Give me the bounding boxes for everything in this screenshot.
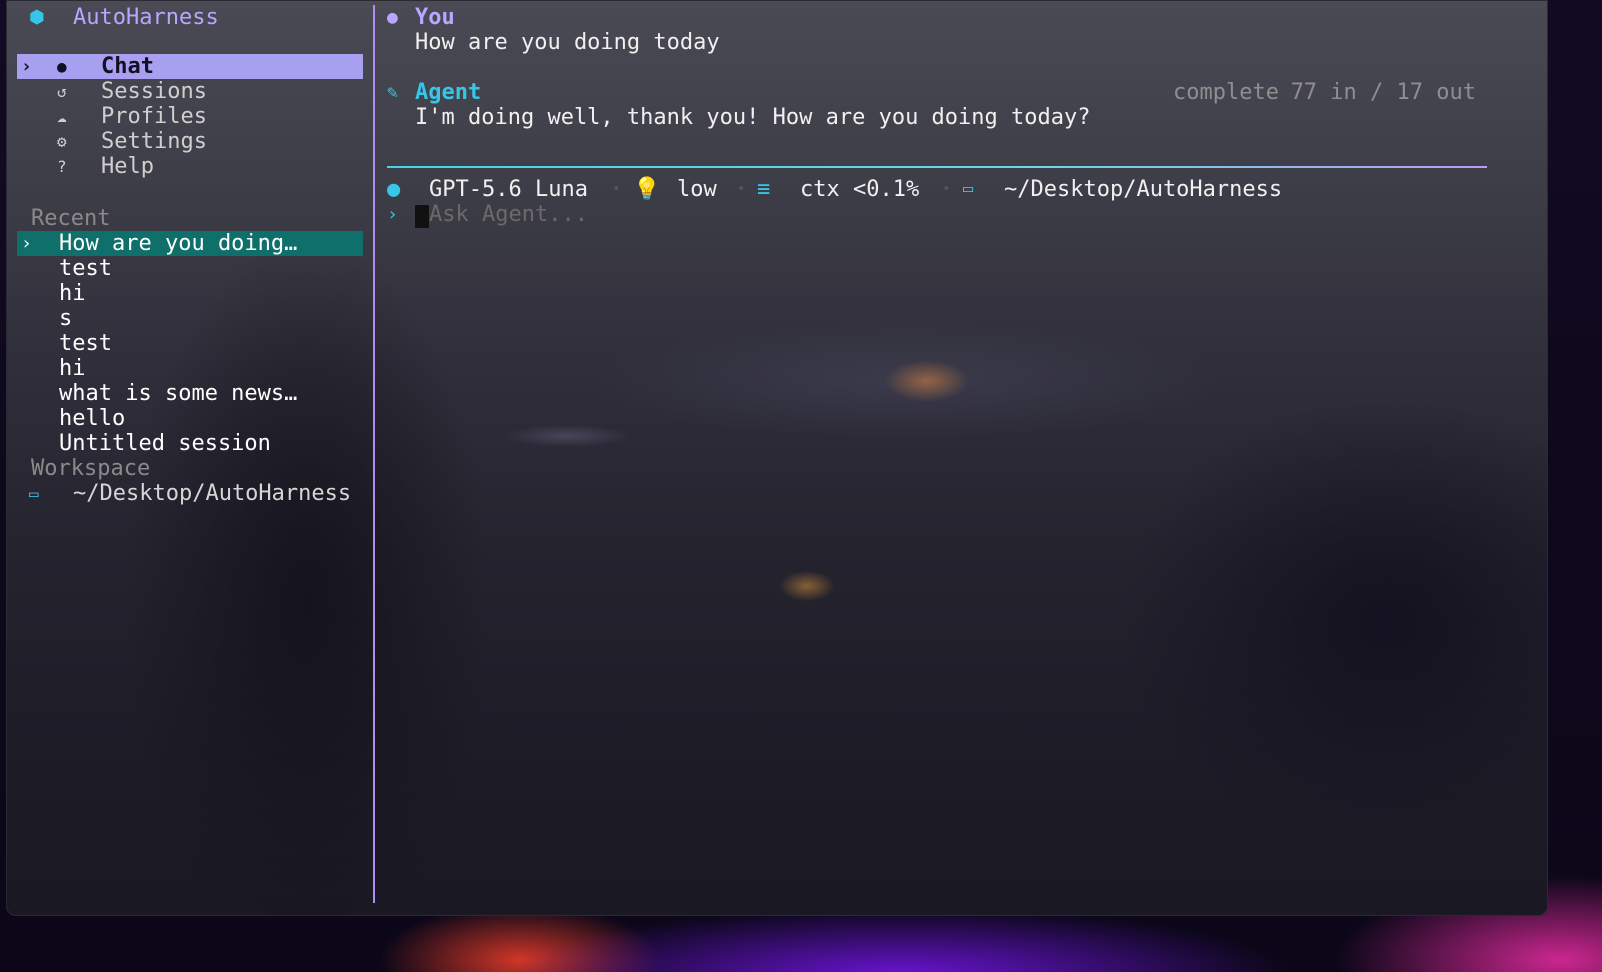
history-icon: ↺: [57, 82, 67, 101]
sidebar-divider: [373, 5, 375, 903]
chat-pane: ● You How are you doing today ✎ Agent co…: [387, 1, 1487, 915]
gear-icon: ⚙: [57, 132, 67, 151]
cloud-icon: ☁: [57, 107, 67, 126]
lightbulb-icon: 💡: [633, 177, 661, 202]
cwd-path: ~/Desktop/AutoHarness: [1004, 177, 1283, 202]
nav-item-label: Help: [101, 154, 154, 179]
agent-role-label: Agent: [415, 80, 482, 105]
nav-item-settings[interactable]: ⚙ Settings: [17, 129, 363, 154]
recent-item[interactable]: what is some news…: [17, 381, 363, 406]
chevron-right-icon: ›: [21, 233, 32, 254]
context-icon: ≡: [757, 177, 771, 202]
prompt-chevron-icon: ›: [387, 204, 398, 225]
recent-item-label: test: [59, 256, 112, 281]
workspace-path[interactable]: ~/Desktop/AutoHarness: [73, 481, 351, 506]
agent-status: complete: [1173, 80, 1279, 105]
separator-dot: •: [612, 181, 621, 197]
help-icon: ?: [57, 157, 67, 176]
separator-dot: •: [942, 181, 951, 197]
user-icon: ●: [387, 7, 398, 28]
model-status-dot-icon: ●: [387, 177, 401, 202]
folder-icon: ▭: [29, 484, 39, 503]
user-role-label: You: [415, 5, 455, 30]
chat-bubble-icon: ●: [57, 57, 67, 76]
model-name[interactable]: GPT-5.6 Luna: [429, 177, 588, 202]
recent-item-label: hi: [59, 356, 86, 381]
pencil-icon: ✎: [387, 82, 398, 103]
terminal-window: ⬢ AutoHarness › ● Chat ↺ Sessions ☁ Prof…: [6, 0, 1548, 916]
nav-item-help[interactable]: ? Help: [17, 154, 363, 179]
workspace-header: Workspace: [31, 456, 151, 481]
recent-item[interactable]: hi: [17, 281, 363, 306]
recent-item[interactable]: test: [17, 256, 363, 281]
ask-agent-input[interactable]: [429, 202, 1029, 227]
agent-token-count: 77 in / 17 out: [1290, 80, 1476, 105]
recent-item[interactable]: hi: [17, 356, 363, 381]
reasoning-level[interactable]: low: [677, 177, 717, 202]
recent-item[interactable]: Untitled session: [17, 431, 363, 456]
recent-item-label: hello: [59, 406, 126, 431]
recent-item-label: How are you doing…: [59, 231, 298, 256]
recent-item-label: hi: [59, 281, 86, 306]
recent-item[interactable]: s: [17, 306, 363, 331]
input-separator: [387, 166, 1487, 168]
recent-item-label: test: [59, 331, 112, 356]
nav-item-label: Sessions: [101, 79, 207, 104]
recent-item-label: what is some news…: [59, 381, 298, 406]
nav-item-label: Chat: [101, 54, 154, 79]
cube-icon: ⬢: [29, 7, 45, 28]
recent-item[interactable]: test: [17, 331, 363, 356]
nav-item-chat[interactable]: › ● Chat: [17, 54, 363, 79]
nav-item-profiles[interactable]: ☁ Profiles: [17, 104, 363, 129]
agent-message-text: I'm doing well, thank you! How are you d…: [415, 105, 1091, 130]
sidebar: ⬢ AutoHarness › ● Chat ↺ Sessions ☁ Prof…: [7, 1, 375, 915]
app-title: AutoHarness: [73, 5, 219, 30]
recent-header: Recent: [31, 206, 111, 231]
nav-item-label: Settings: [101, 129, 207, 154]
folder-icon: ▭: [963, 179, 974, 199]
recent-item-label: s: [59, 306, 73, 331]
nav-item-label: Profiles: [101, 104, 207, 129]
text-cursor: [415, 205, 429, 228]
context-usage: ctx <0.1%: [800, 177, 920, 202]
user-message-text: How are you doing today: [415, 30, 720, 55]
recent-item[interactable]: › How are you doing…: [17, 231, 363, 256]
recent-item-label: Untitled session: [59, 431, 271, 456]
separator-dot: •: [737, 181, 746, 197]
nav-item-sessions[interactable]: ↺ Sessions: [17, 79, 363, 104]
chevron-right-icon: ›: [21, 56, 32, 77]
recent-item[interactable]: hello: [17, 406, 363, 431]
